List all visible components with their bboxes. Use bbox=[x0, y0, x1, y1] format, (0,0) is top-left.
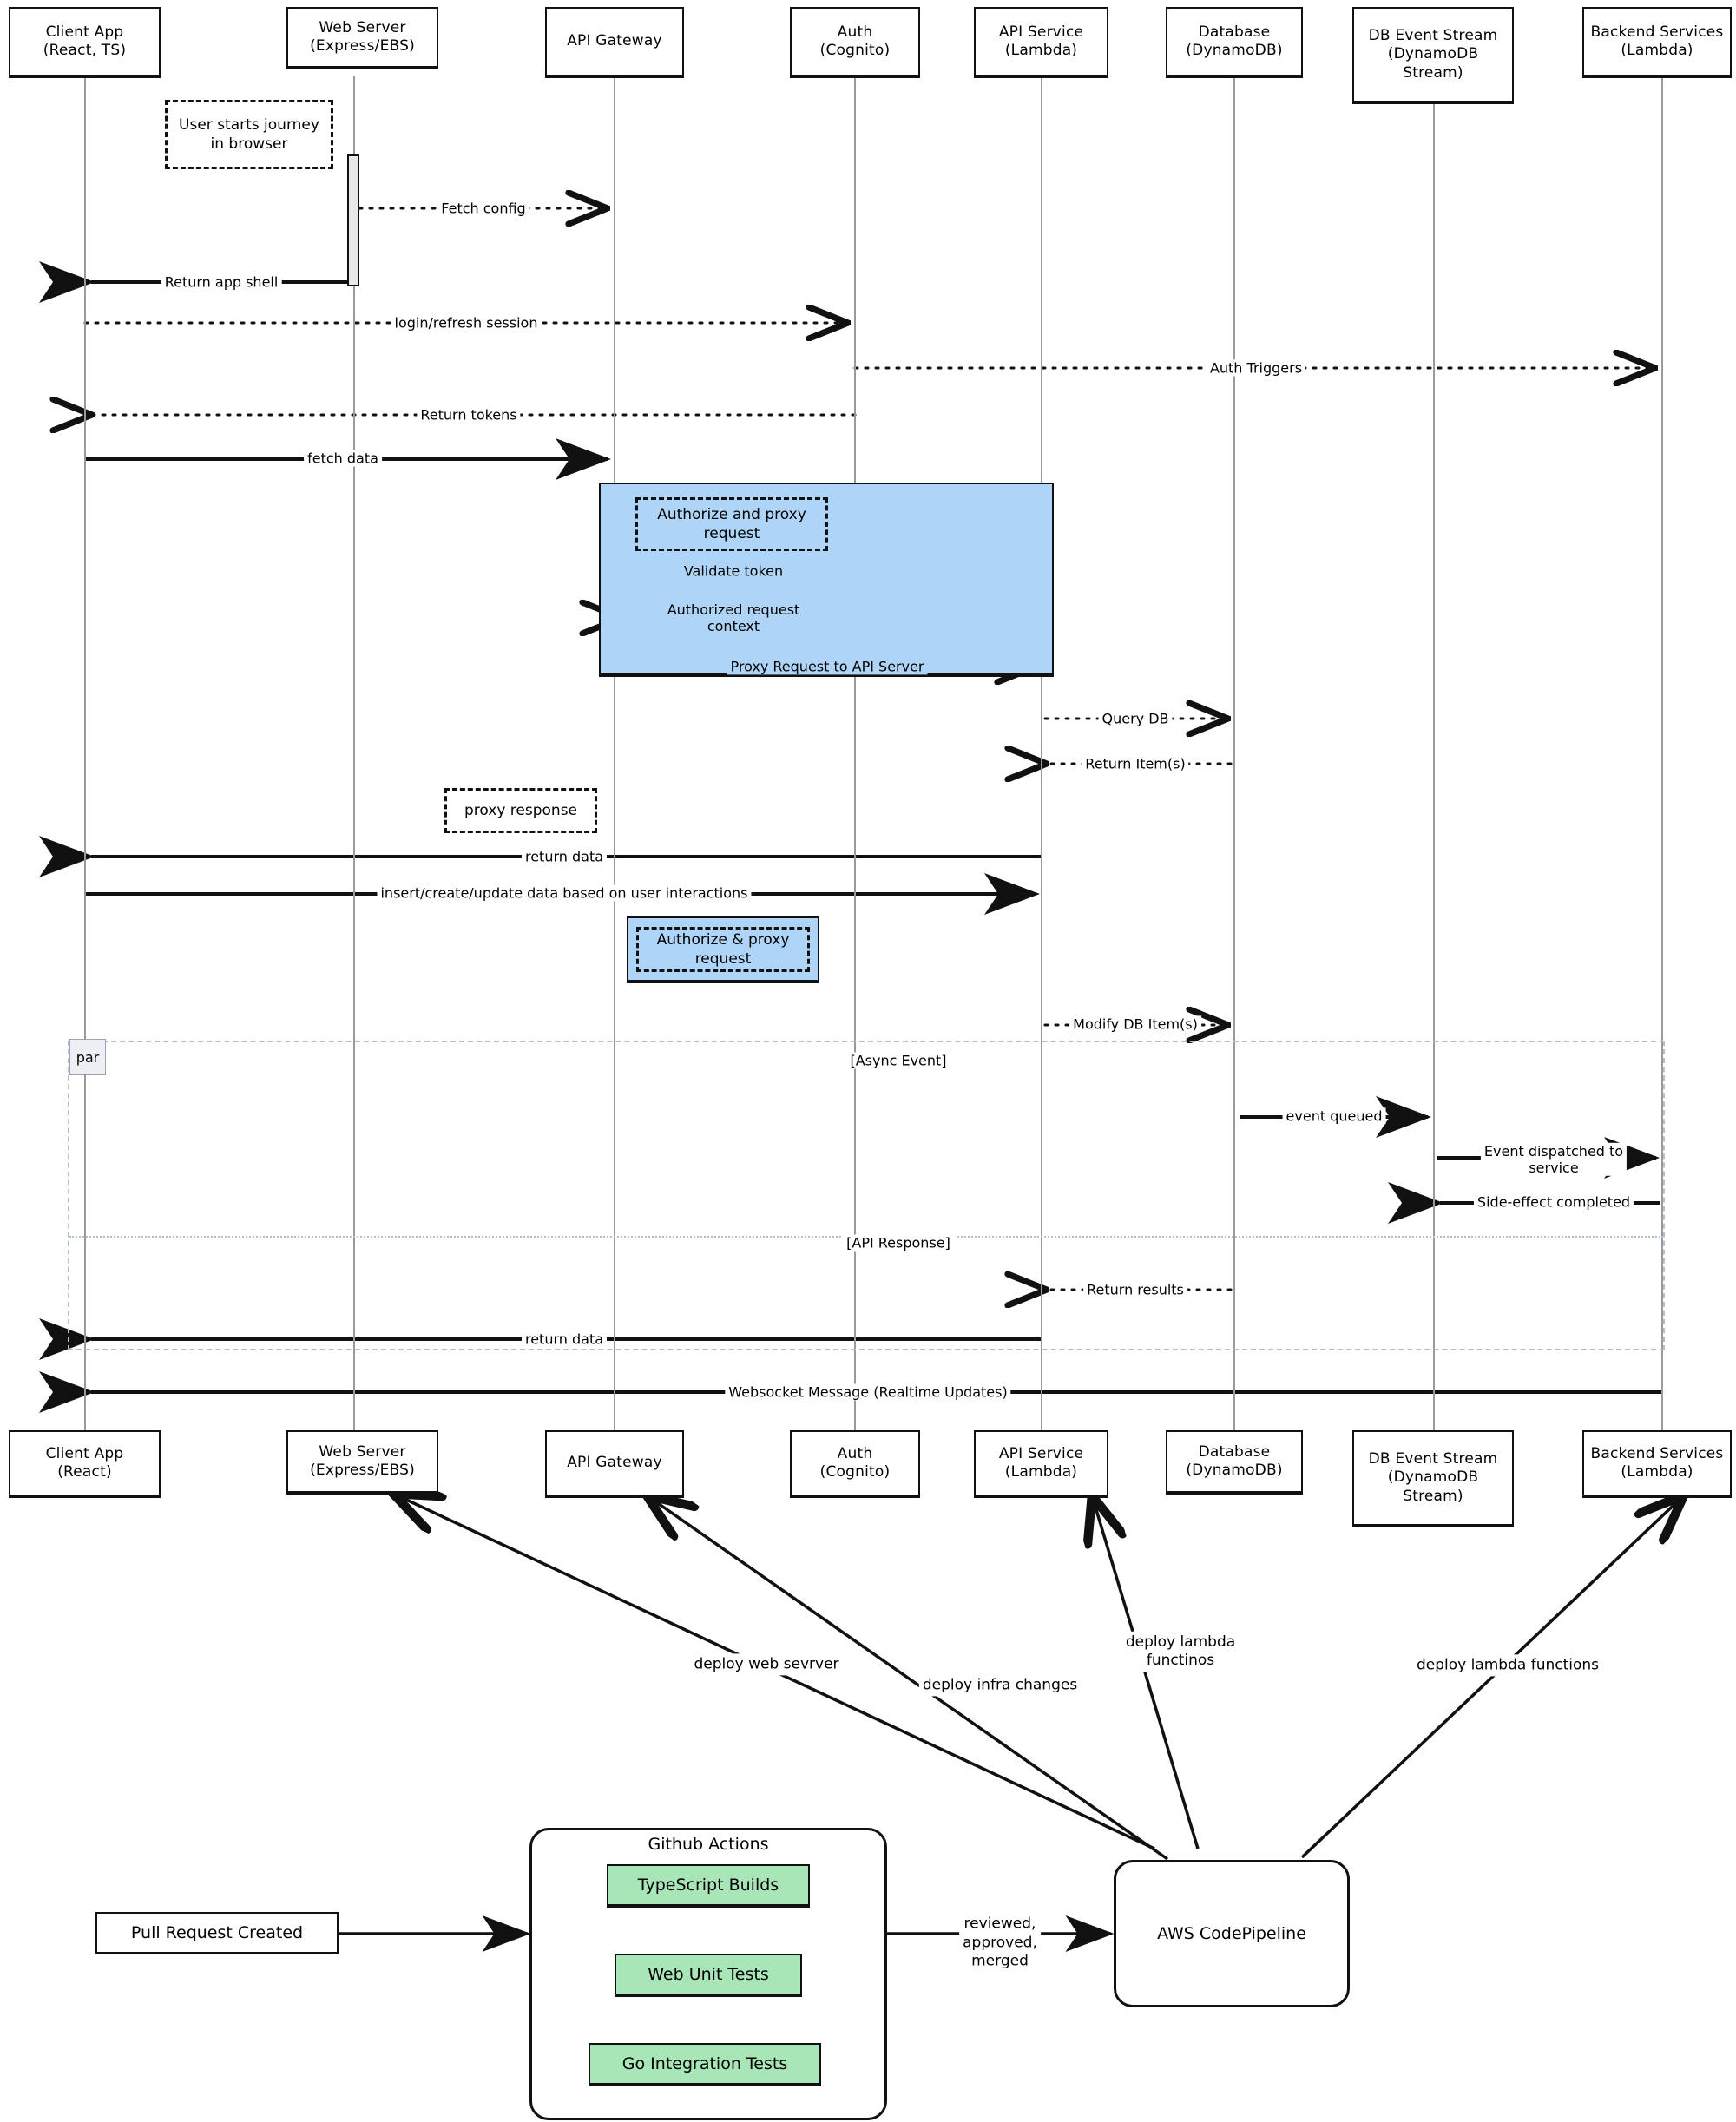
pull-request-label: Pull Request Created bbox=[130, 1923, 304, 1942]
participant-db-event-stream-top[interactable]: DB Event Stream (DynamoDB Stream) bbox=[1352, 7, 1514, 102]
participant-label: API Gateway bbox=[567, 32, 662, 50]
participant-label: Auth (Cognito) bbox=[819, 23, 891, 59]
note-text: proxy response bbox=[464, 801, 578, 819]
deploy-label-web-server: deploy web sevrver bbox=[690, 1653, 843, 1676]
github-actions-title: Github Actions bbox=[648, 1835, 769, 1854]
participant-label: Backend Services (Lambda) bbox=[1590, 23, 1724, 59]
ci-job-typescript-builds[interactable]: TypeScript Builds bbox=[607, 1864, 810, 1906]
deploy-label-lambda-functinos: deploy lambda functinos bbox=[1121, 1631, 1240, 1672]
participant-backend-services-top[interactable]: Backend Services (Lambda) bbox=[1582, 7, 1732, 76]
participant-label: API Service (Lambda) bbox=[998, 1444, 1084, 1481]
message-label-side-effect-completed: Side-effect completed bbox=[1473, 1193, 1634, 1211]
condition-text: [API Response] bbox=[846, 1234, 950, 1252]
participant-api-gateway-bottom[interactable]: API Gateway bbox=[545, 1430, 684, 1496]
participant-label: Auth (Cognito) bbox=[819, 1444, 891, 1481]
participant-web-server-top[interactable]: Web Server (Express/EBS) bbox=[286, 7, 438, 68]
deploy-label-infra: deploy infra changes bbox=[918, 1674, 1082, 1697]
participant-label: API Service (Lambda) bbox=[998, 23, 1084, 59]
participant-client-app-top[interactable]: Client App (React, TS) bbox=[9, 7, 161, 76]
message-label-authorized-request-context: Authorized request context bbox=[663, 601, 804, 635]
message-label-return-data-1: return data bbox=[521, 848, 608, 865]
note-user-starts-journey: User starts journey in browser bbox=[165, 100, 333, 169]
message-label-return-items: Return Item(s) bbox=[1082, 755, 1189, 772]
merge-step-label: reviewed, approved, merged bbox=[959, 1895, 1041, 1973]
participant-label: DB Event Stream (DynamoDB Stream) bbox=[1368, 1450, 1498, 1505]
message-label-event-dispatched: Event dispatched to service bbox=[1480, 1142, 1628, 1177]
participant-backend-services-bottom[interactable]: Backend Services (Lambda) bbox=[1582, 1430, 1732, 1496]
participant-label: Database (DynamoDB) bbox=[1186, 1442, 1283, 1479]
aws-codepipeline-box[interactable]: AWS CodePipeline bbox=[1114, 1860, 1350, 2007]
ci-job-label: Web Unit Tests bbox=[648, 1965, 769, 1984]
deploy-label-lambda-functions: deploy lambda functions bbox=[1412, 1654, 1603, 1677]
message-label-websocket-message: Websocket Message (Realtime Updates) bbox=[725, 1383, 1011, 1401]
participant-db-event-stream-bottom[interactable]: DB Event Stream (DynamoDB Stream) bbox=[1352, 1430, 1514, 1526]
participant-database-bottom[interactable]: Database (DynamoDB) bbox=[1166, 1430, 1303, 1493]
condition-text: [Async Event] bbox=[850, 1052, 947, 1069]
par-fragment-operator-label: par bbox=[69, 1039, 106, 1075]
ci-job-go-integration-tests[interactable]: Go Integration Tests bbox=[589, 2043, 821, 2085]
ci-job-label: Go Integration Tests bbox=[621, 2054, 788, 2073]
message-label-fetch-config: Fetch config bbox=[437, 200, 529, 217]
note-text: Authorize & proxy request bbox=[656, 930, 790, 968]
message-label-return-results: Return results bbox=[1083, 1281, 1187, 1298]
note-authorize-and-proxy-request: Authorize and proxy request bbox=[635, 497, 828, 551]
message-label-modify-db-items: Modify DB Item(s) bbox=[1069, 1015, 1201, 1033]
participant-label: Client App (React) bbox=[45, 1444, 124, 1481]
message-label-fetch-data: fetch data bbox=[304, 450, 382, 467]
message-label-proxy-request-to-api-server: Proxy Request to API Server bbox=[727, 658, 928, 675]
participant-label: DB Event Stream (DynamoDB Stream) bbox=[1368, 27, 1498, 82]
participant-web-server-bottom[interactable]: Web Server (Express/EBS) bbox=[286, 1430, 438, 1493]
aws-codepipeline-label: AWS CodePipeline bbox=[1157, 1924, 1306, 1943]
participant-client-app-bottom[interactable]: Client App (React) bbox=[9, 1430, 161, 1496]
par-operator-text: par bbox=[76, 1048, 100, 1066]
ci-job-label: TypeScript Builds bbox=[637, 1876, 779, 1895]
note-authorize-and-proxy-request-2: Authorize & proxy request bbox=[636, 927, 810, 972]
message-label-return-data-2: return data bbox=[521, 1330, 608, 1348]
participant-label: Backend Services (Lambda) bbox=[1590, 1444, 1724, 1481]
participant-label: Database (DynamoDB) bbox=[1186, 23, 1283, 59]
participant-api-service-top[interactable]: API Service (Lambda) bbox=[974, 7, 1108, 76]
message-label-insert-update: insert/create/update data based on user … bbox=[377, 884, 752, 902]
note-text: Authorize and proxy request bbox=[657, 505, 806, 542]
par-condition-async-event: [Async Event] bbox=[845, 1052, 952, 1069]
message-label-event-queued: event queued bbox=[1282, 1107, 1386, 1125]
participant-label: Web Server (Express/EBS) bbox=[310, 1442, 415, 1479]
message-label-return-app-shell: Return app shell bbox=[161, 273, 282, 291]
message-label-validate-token: Validate token bbox=[680, 562, 787, 580]
note-text: User starts journey in browser bbox=[179, 115, 319, 153]
participant-api-gateway-top[interactable]: API Gateway bbox=[545, 7, 684, 76]
participant-auth-top[interactable]: Auth (Cognito) bbox=[790, 7, 920, 76]
message-label-auth-triggers: Auth Triggers bbox=[1206, 359, 1306, 377]
message-label-query-db: Query DB bbox=[1098, 710, 1173, 727]
participant-api-service-bottom[interactable]: API Service (Lambda) bbox=[974, 1430, 1108, 1496]
participant-auth-bottom[interactable]: Auth (Cognito) bbox=[790, 1430, 920, 1496]
note-proxy-response: proxy response bbox=[444, 788, 597, 833]
activation-web-server bbox=[347, 154, 359, 286]
participant-label: Web Server (Express/EBS) bbox=[310, 18, 415, 55]
sequence-diagram-canvas: Client App (React, TS) Web Server (Expre… bbox=[0, 0, 1736, 2122]
par-fragment bbox=[68, 1041, 1665, 1350]
participant-label: API Gateway bbox=[567, 1454, 662, 1472]
message-label-return-tokens: Return tokens bbox=[417, 406, 521, 424]
par-condition-api-response: [API Response] bbox=[841, 1234, 956, 1252]
message-label-login-refresh-session: login/refresh session bbox=[391, 314, 542, 332]
participant-database-top[interactable]: Database (DynamoDB) bbox=[1166, 7, 1303, 76]
ci-job-web-unit-tests[interactable]: Web Unit Tests bbox=[615, 1954, 802, 1995]
pull-request-created-box[interactable]: Pull Request Created bbox=[95, 1912, 339, 1954]
participant-label: Client App (React, TS) bbox=[43, 23, 127, 59]
